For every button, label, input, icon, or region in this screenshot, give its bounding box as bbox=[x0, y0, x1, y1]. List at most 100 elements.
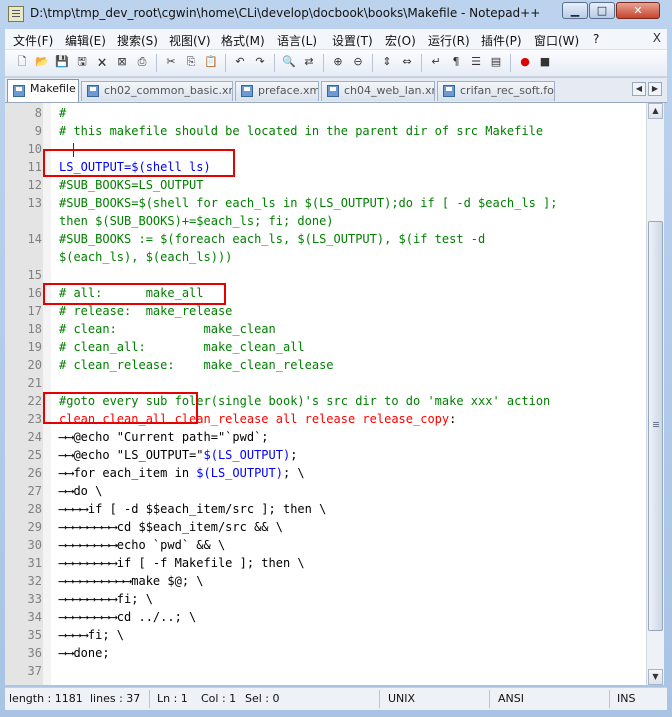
code-editor[interactable]: 8 #9 # this makefile should be located in … bbox=[5, 103, 646, 685]
status-eol-format[interactable]: UNIX bbox=[388, 692, 415, 705]
minimize-button[interactable]: ▁ bbox=[562, 2, 588, 19]
code-line[interactable]: 9 # this makefile should be located in th… bbox=[5, 122, 646, 140]
code-line[interactable]: 29 ⟶⟶⟶⟶⟶⟶⟶⟶cd $$each_item/src && \ bbox=[5, 518, 646, 536]
code-line[interactable]: 21 bbox=[5, 374, 646, 392]
code-line[interactable]: 27 ⟶⟶do \ bbox=[5, 482, 646, 500]
menu-plugins[interactable]: 插件(P) bbox=[481, 32, 522, 49]
tab-arrow-marker: ⟶⟶⟶⟶⟶⟶⟶⟶⟶⟶ bbox=[59, 574, 132, 588]
close-all-icon[interactable]: ⊠ bbox=[114, 54, 130, 70]
menu-settings[interactable]: 设置(T) bbox=[332, 32, 373, 49]
new-file-icon[interactable]: 🗋 bbox=[14, 54, 30, 70]
print-icon[interactable]: ⎙ bbox=[134, 54, 150, 70]
close-window-button[interactable]: ✕ bbox=[616, 2, 660, 19]
code-line[interactable]: 33 ⟶⟶⟶⟶⟶⟶⟶⟶fi; \ bbox=[5, 590, 646, 608]
zoom-out-icon[interactable]: ⊖ bbox=[350, 54, 366, 70]
menu-view[interactable]: 视图(V) bbox=[169, 32, 211, 49]
menu-run[interactable]: 运行(R) bbox=[428, 32, 470, 49]
replace-icon[interactable]: ⇄ bbox=[301, 54, 317, 70]
save-icon[interactable]: 💾 bbox=[54, 54, 70, 70]
scrollbar-thumb[interactable] bbox=[648, 221, 663, 631]
line-number: 31 bbox=[27, 556, 42, 570]
find-icon[interactable]: 🔍 bbox=[281, 54, 297, 70]
code-line[interactable]: 23 clean clean_all clean_release all rele… bbox=[5, 410, 646, 428]
code-line[interactable]: 25 ⟶⟶@echo "LS_OUTPUT="$(LS_OUTPUT); bbox=[5, 446, 646, 464]
tab-makefile[interactable]: Makefile bbox=[7, 79, 79, 102]
code-line[interactable]: 31 ⟶⟶⟶⟶⟶⟶⟶⟶if [ -f Makefile ]; then \ bbox=[5, 554, 646, 572]
code-line[interactable]: 20 # clean_release: make_clean_release bbox=[5, 356, 646, 374]
sync-h-icon[interactable]: ⇔ bbox=[399, 54, 415, 70]
code-text: #goto every sub foler(single book)'s src… bbox=[59, 392, 550, 410]
menu-window[interactable]: 窗口(W) bbox=[534, 32, 579, 49]
close-document-button[interactable]: X bbox=[653, 31, 661, 45]
maximize-button[interactable]: □ bbox=[589, 2, 615, 19]
menu-search[interactable]: 搜索(S) bbox=[117, 32, 158, 49]
paste-icon[interactable]: 📋 bbox=[203, 54, 219, 70]
code-token: $(each_ls), $(each_ls))) bbox=[59, 250, 233, 264]
code-line[interactable]: 34 ⟶⟶⟶⟶⟶⟶⟶⟶cd ../..; \ bbox=[5, 608, 646, 626]
menu-help[interactable]: ? bbox=[593, 32, 599, 46]
code-line[interactable]: 28 ⟶⟶⟶⟶if [ -d $$each_item/src ]; then \ bbox=[5, 500, 646, 518]
line-number: 28 bbox=[27, 502, 42, 516]
code-line[interactable]: 15 bbox=[5, 266, 646, 284]
word-wrap-icon[interactable]: ↵ bbox=[428, 54, 444, 70]
tab-scroll-left-button[interactable]: ◀ bbox=[632, 82, 646, 96]
code-line[interactable]: 10 bbox=[5, 140, 646, 158]
scroll-up-arrow-icon[interactable]: ▲ bbox=[648, 103, 663, 119]
tab-arrow-marker: ⟶⟶ bbox=[59, 430, 74, 444]
menu-format[interactable]: 格式(M) bbox=[221, 32, 265, 49]
record-macro-icon[interactable]: ● bbox=[517, 54, 533, 70]
menu-macro[interactable]: 宏(O) bbox=[385, 32, 416, 49]
tab-ch02-common-basic[interactable]: ch02_common_basic.xml bbox=[81, 81, 233, 101]
code-line[interactable]: 19 # clean_all: make_clean_all bbox=[5, 338, 646, 356]
vertical-scrollbar[interactable]: ▲ ▼ bbox=[646, 103, 664, 685]
menu-language[interactable]: 语言(L) bbox=[277, 32, 317, 49]
code-text: # clean: make_clean bbox=[59, 320, 276, 338]
save-all-icon[interactable]: 🖫 bbox=[74, 54, 90, 70]
code-line[interactable]: 22 #goto every sub foler(single book)'s s… bbox=[5, 392, 646, 410]
code-text: then $(SUB_BOOKS)+=$each_ls; fi; done) bbox=[59, 212, 334, 230]
code-line[interactable]: 35 ⟶⟶⟶⟶fi; \ bbox=[5, 626, 646, 644]
code-text: LS_OUTPUT=$(shell ls) bbox=[59, 158, 211, 176]
code-line[interactable]: 11 LS_OUTPUT=$(shell ls) bbox=[5, 158, 646, 176]
title-bar[interactable]: D:\tmp\tmp_dev_root\cgwin\home\CLi\devel… bbox=[0, 0, 672, 28]
scroll-down-arrow-icon[interactable]: ▼ bbox=[648, 669, 663, 685]
redo-icon[interactable]: ↷ bbox=[252, 54, 268, 70]
menu-edit[interactable]: 编辑(E) bbox=[65, 32, 106, 49]
sync-v-icon[interactable]: ⇕ bbox=[379, 54, 395, 70]
tab-label: ch04_web_lan.xml bbox=[344, 84, 434, 97]
code-line[interactable]: then $(SUB_BOOKS)+=$each_ls; fi; done) bbox=[5, 212, 646, 230]
tab-arrow-marker: ⟶⟶ bbox=[59, 484, 74, 498]
code-line[interactable]: 32 ⟶⟶⟶⟶⟶⟶⟶⟶⟶⟶make $@; \ bbox=[5, 572, 646, 590]
code-line[interactable]: 30 ⟶⟶⟶⟶⟶⟶⟶⟶echo `pwd` && \ bbox=[5, 536, 646, 554]
close-icon[interactable]: 🗙 bbox=[94, 54, 110, 70]
stop-record-icon[interactable]: ■ bbox=[537, 54, 553, 70]
code-line[interactable]: 17 # release: make_release bbox=[5, 302, 646, 320]
menu-bar: 文件(F) 编辑(E) 搜索(S) 视图(V) 格式(M) 语言(L) 设置(T… bbox=[5, 29, 667, 50]
tab-ch04-web-lan[interactable]: ch04_web_lan.xml bbox=[321, 81, 435, 101]
code-line[interactable]: 26 ⟶⟶for each_item in $(LS_OUTPUT); \ bbox=[5, 464, 646, 482]
menu-file[interactable]: 文件(F) bbox=[13, 32, 53, 49]
indent-guide-icon[interactable]: ☰ bbox=[468, 54, 484, 70]
code-line[interactable]: 14 #SUB_BOOKS := $(foreach each_ls, $(LS_… bbox=[5, 230, 646, 248]
cut-icon[interactable]: ✂ bbox=[163, 54, 179, 70]
all-chars-icon[interactable]: ¶ bbox=[448, 54, 464, 70]
tab-crifan-rec-soft[interactable]: crifan_rec_soft.fo bbox=[437, 81, 555, 101]
open-file-icon[interactable]: 📂 bbox=[34, 54, 50, 70]
code-line[interactable]: 37 bbox=[5, 662, 646, 680]
user-lang-icon[interactable]: ▤ bbox=[488, 54, 504, 70]
code-line[interactable]: 36 ⟶⟶done; bbox=[5, 644, 646, 662]
undo-icon[interactable]: ↶ bbox=[232, 54, 248, 70]
code-token: #goto every sub foler(single book)'s src… bbox=[59, 394, 551, 408]
status-encoding[interactable]: ANSI bbox=[498, 692, 524, 705]
code-line[interactable]: 16 # all: make_all bbox=[5, 284, 646, 302]
zoom-in-icon[interactable]: ⊕ bbox=[330, 54, 346, 70]
code-line[interactable]: $(each_ls), $(each_ls))) bbox=[5, 248, 646, 266]
code-line[interactable]: 8 # bbox=[5, 104, 646, 122]
code-line[interactable]: 12 #SUB_BOOKS=LS_OUTPUT bbox=[5, 176, 646, 194]
tab-scroll-right-button[interactable]: ▶ bbox=[648, 82, 662, 96]
code-line[interactable]: 18 # clean: make_clean bbox=[5, 320, 646, 338]
copy-icon[interactable]: ⎘ bbox=[183, 54, 199, 70]
code-line[interactable]: 13 #SUB_BOOKS=$(shell for each_ls in $(LS… bbox=[5, 194, 646, 212]
code-line[interactable]: 24 ⟶⟶@echo "Current path="`pwd`; bbox=[5, 428, 646, 446]
tab-preface[interactable]: preface.xml bbox=[235, 81, 319, 101]
